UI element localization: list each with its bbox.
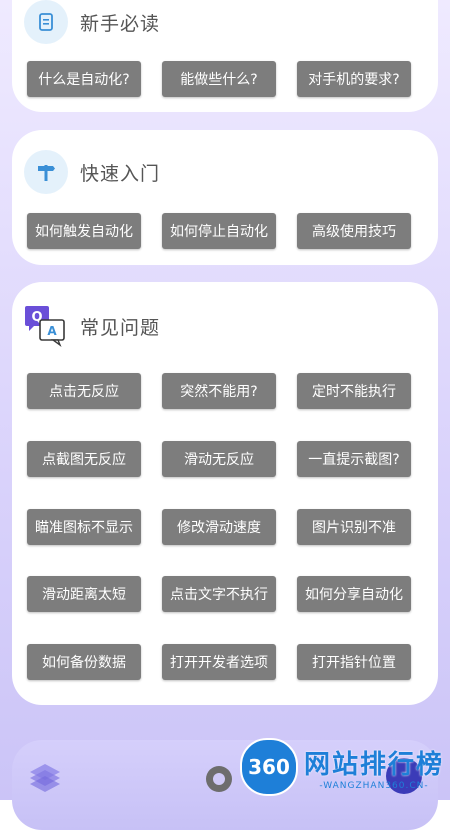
watermark-sub-text: -WANGZHAN360.CN- (319, 780, 429, 791)
section-title: 常见问题 (80, 316, 161, 339)
watermark-main-text: 网站排行榜 (303, 749, 444, 780)
section-quick-start: 快速入门 如何触发自动化 如何停止自动化 高级使用技巧 (12, 130, 438, 265)
faq-button[interactable]: 如何分享自动化 (297, 576, 411, 612)
advanced-tips-button[interactable]: 高级使用技巧 (297, 213, 411, 249)
faq-button[interactable]: 如何备份数据 (27, 644, 141, 680)
faq-button[interactable]: 突然不能用? (162, 373, 276, 409)
faq-button[interactable]: 点击无反应 (27, 373, 141, 409)
section-faq: Q A 常见问题 点击无反应 突然不能用? 定时不能执行 点截图无反应 滑动无反… (12, 282, 438, 705)
svg-text:A: A (47, 324, 57, 338)
watermark-badge: 360 (239, 738, 298, 796)
what-is-automation-button[interactable]: 什么是自动化? (27, 61, 141, 97)
section-header: Q A 常见问题 (24, 304, 160, 348)
faq-button[interactable]: 滑动无反应 (162, 441, 276, 477)
how-to-stop-button[interactable]: 如何停止自动化 (162, 213, 276, 249)
what-can-do-button[interactable]: 能做些什么? (162, 61, 276, 97)
faq-button[interactable]: 滑动距离太短 (27, 576, 141, 612)
section-title: 新手必读 (80, 12, 161, 35)
settings-gear-icon[interactable] (202, 762, 236, 800)
faq-button[interactable]: 打开指针位置 (297, 644, 411, 680)
faq-button[interactable]: 瞄准图标不显示 (27, 509, 141, 545)
layers-icon[interactable] (28, 762, 62, 796)
section-beginner-guide: 新手必读 什么是自动化? 能做些什么? 对手机的要求? (12, 0, 438, 112)
phone-requirements-button[interactable]: 对手机的要求? (297, 61, 411, 97)
section-header: 快速入门 (24, 150, 160, 194)
faq-button[interactable]: 点击文字不执行 (162, 576, 276, 612)
section-header: 新手必读 (24, 0, 160, 44)
faq-button[interactable]: 修改滑动速度 (162, 509, 276, 545)
faq-button[interactable]: 打开开发者选项 (162, 644, 276, 680)
document-icon (24, 0, 68, 44)
qa-chat-icon: Q A (24, 304, 68, 348)
section-title: 快速入门 (80, 162, 161, 185)
faq-button[interactable]: 图片识别不准 (297, 509, 411, 545)
how-to-trigger-button[interactable]: 如何触发自动化 (27, 213, 141, 249)
signpost-icon (24, 150, 68, 194)
faq-button[interactable]: 一直提示截图? (297, 441, 411, 477)
watermark: 360 网站排行榜 -WANGZHAN360.CN- (239, 738, 444, 796)
faq-button[interactable]: 点截图无反应 (27, 441, 141, 477)
watermark-text: 网站排行榜 -WANGZHAN360.CN- (304, 744, 444, 791)
faq-button[interactable]: 定时不能执行 (297, 373, 411, 409)
